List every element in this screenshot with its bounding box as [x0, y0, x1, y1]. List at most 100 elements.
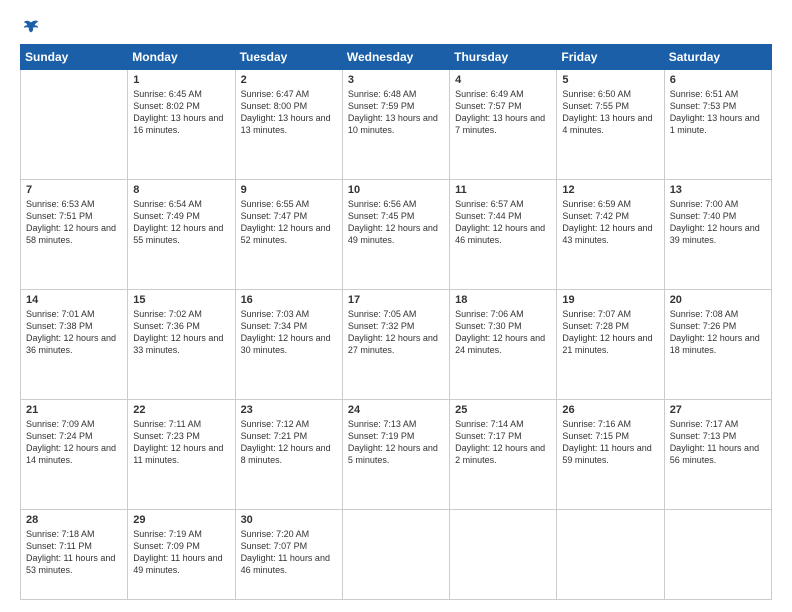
week-row-3: 14 Sunrise: 7:01 AM Sunset: 7:38 PM Dayli… [21, 290, 772, 400]
day-info: Sunrise: 7:05 AM Sunset: 7:32 PM Dayligh… [348, 308, 444, 357]
calendar-cell: 20Sunrise: 7:08 AM Sunset: 7:26 PM Dayli… [664, 290, 771, 400]
day-info: Sunrise: 6:50 AM Sunset: 7:55 PM Dayligh… [562, 88, 658, 137]
calendar-table: SundayMondayTuesdayWednesdayThursdayFrid… [20, 44, 772, 600]
day-info: Sunrise: 6:53 AM Sunset: 7:51 PM Dayligh… [26, 198, 122, 247]
calendar-cell: 21Sunrise: 7:09 AM Sunset: 7:24 PM Dayli… [21, 400, 128, 510]
day-info: Sunrise: 7:01 AM Sunset: 7:38 PM Dayligh… [26, 308, 122, 357]
day-number: 29 [133, 514, 229, 526]
calendar-cell: 14 Sunrise: 7:01 AM Sunset: 7:38 PM Dayli… [21, 290, 128, 400]
calendar-cell: 7 Sunrise: 6:53 AM Sunset: 7:51 PM Daylig… [21, 180, 128, 290]
day-info: Sunrise: 7:19 AM Sunset: 7:09 PM Dayligh… [133, 528, 229, 577]
day-info: Sunrise: 7:16 AM Sunset: 7:15 PM Dayligh… [562, 418, 658, 467]
page: SundayMondayTuesdayWednesdayThursdayFrid… [0, 0, 792, 612]
day-number: 23 [241, 404, 337, 416]
day-info: Sunrise: 7:08 AM Sunset: 7:26 PM Dayligh… [670, 308, 766, 357]
calendar-cell: 6 Sunrise: 6:51 AM Sunset: 7:53 PM Daylig… [664, 70, 771, 180]
day-number: 15 [133, 294, 229, 306]
calendar-cell: 1 Sunrise: 6:45 AM Sunset: 8:02 PM Daylig… [128, 70, 235, 180]
day-number: 26 [562, 404, 658, 416]
day-info: Sunrise: 7:09 AM Sunset: 7:24 PM Dayligh… [26, 418, 122, 467]
day-info: Sunrise: 6:57 AM Sunset: 7:44 PM Dayligh… [455, 198, 551, 247]
day-info: Sunrise: 7:20 AM Sunset: 7:07 PM Dayligh… [241, 528, 337, 577]
day-number: 19 [562, 294, 658, 306]
day-number: 6 [670, 74, 766, 86]
day-number: 30 [241, 514, 337, 526]
day-info: Sunrise: 7:13 AM Sunset: 7:19 PM Dayligh… [348, 418, 444, 467]
calendar-cell: 24 Sunrise: 7:13 AM Sunset: 7:19 PM Dayli… [342, 400, 449, 510]
logo [20, 18, 40, 36]
calendar-cell: 17 Sunrise: 7:05 AM Sunset: 7:32 PM Dayli… [342, 290, 449, 400]
calendar-cell: 22 Sunrise: 7:11 AM Sunset: 7:23 PM Dayli… [128, 400, 235, 510]
day-info: Sunrise: 6:48 AM Sunset: 7:59 PM Dayligh… [348, 88, 444, 137]
calendar-cell: 8 Sunrise: 6:54 AM Sunset: 7:49 PM Daylig… [128, 180, 235, 290]
weekday-header-saturday: Saturday [664, 45, 771, 70]
day-info: Sunrise: 7:03 AM Sunset: 7:34 PM Dayligh… [241, 308, 337, 357]
day-info: Sunrise: 7:11 AM Sunset: 7:23 PM Dayligh… [133, 418, 229, 467]
calendar-cell: 18 Sunrise: 7:06 AM Sunset: 7:30 PM Dayli… [450, 290, 557, 400]
weekday-header-wednesday: Wednesday [342, 45, 449, 70]
week-row-1: 1 Sunrise: 6:45 AM Sunset: 8:02 PM Daylig… [21, 70, 772, 180]
day-number: 9 [241, 184, 337, 196]
day-number: 14 [26, 294, 122, 306]
day-number: 17 [348, 294, 444, 306]
calendar-cell [342, 510, 449, 600]
day-number: 25 [455, 404, 551, 416]
day-info: Sunrise: 6:51 AM Sunset: 7:53 PM Dayligh… [670, 88, 766, 137]
day-number: 1 [133, 74, 229, 86]
calendar-cell [450, 510, 557, 600]
day-number: 24 [348, 404, 444, 416]
calendar-cell: 23 Sunrise: 7:12 AM Sunset: 7:21 PM Dayli… [235, 400, 342, 510]
day-number: 3 [348, 74, 444, 86]
day-info: Sunrise: 7:06 AM Sunset: 7:30 PM Dayligh… [455, 308, 551, 357]
weekday-header-tuesday: Tuesday [235, 45, 342, 70]
calendar-cell: 30 Sunrise: 7:20 AM Sunset: 7:07 PM Dayli… [235, 510, 342, 600]
calendar-cell: 25 Sunrise: 7:14 AM Sunset: 7:17 PM Dayli… [450, 400, 557, 510]
calendar-cell: 19 Sunrise: 7:07 AM Sunset: 7:28 PM Dayli… [557, 290, 664, 400]
calendar-cell: 11 Sunrise: 6:57 AM Sunset: 7:44 PM Dayli… [450, 180, 557, 290]
calendar-cell: 5 Sunrise: 6:50 AM Sunset: 7:55 PM Daylig… [557, 70, 664, 180]
day-info: Sunrise: 7:12 AM Sunset: 7:21 PM Dayligh… [241, 418, 337, 467]
day-info: Sunrise: 6:55 AM Sunset: 7:47 PM Dayligh… [241, 198, 337, 247]
calendar-cell: 13 Sunrise: 7:00 AM Sunset: 7:40 PM Dayli… [664, 180, 771, 290]
day-number: 28 [26, 514, 122, 526]
weekday-header-thursday: Thursday [450, 45, 557, 70]
calendar-cell: 15Sunrise: 7:02 AM Sunset: 7:36 PM Dayli… [128, 290, 235, 400]
calendar-cell: 29 Sunrise: 7:19 AM Sunset: 7:09 PM Dayli… [128, 510, 235, 600]
day-info: Sunrise: 7:07 AM Sunset: 7:28 PM Dayligh… [562, 308, 658, 357]
day-number: 16 [241, 294, 337, 306]
day-info: Sunrise: 7:17 AM Sunset: 7:13 PM Dayligh… [670, 418, 766, 467]
week-row-4: 21Sunrise: 7:09 AM Sunset: 7:24 PM Dayli… [21, 400, 772, 510]
weekday-header-monday: Monday [128, 45, 235, 70]
day-info: Sunrise: 6:49 AM Sunset: 7:57 PM Dayligh… [455, 88, 551, 137]
day-info: Sunrise: 6:59 AM Sunset: 7:42 PM Dayligh… [562, 198, 658, 247]
day-number: 22 [133, 404, 229, 416]
day-info: Sunrise: 7:00 AM Sunset: 7:40 PM Dayligh… [670, 198, 766, 247]
calendar-cell: 9 Sunrise: 6:55 AM Sunset: 7:47 PM Daylig… [235, 180, 342, 290]
day-info: Sunrise: 6:45 AM Sunset: 8:02 PM Dayligh… [133, 88, 229, 137]
day-number: 2 [241, 74, 337, 86]
day-number: 27 [670, 404, 766, 416]
logo-bird-icon [22, 18, 40, 36]
day-number: 8 [133, 184, 229, 196]
calendar-cell: 2 Sunrise: 6:47 AM Sunset: 8:00 PM Daylig… [235, 70, 342, 180]
day-number: 18 [455, 294, 551, 306]
day-number: 12 [562, 184, 658, 196]
calendar-cell: 26 Sunrise: 7:16 AM Sunset: 7:15 PM Dayli… [557, 400, 664, 510]
week-row-2: 7 Sunrise: 6:53 AM Sunset: 7:51 PM Daylig… [21, 180, 772, 290]
day-info: Sunrise: 6:47 AM Sunset: 8:00 PM Dayligh… [241, 88, 337, 137]
day-number: 7 [26, 184, 122, 196]
day-number: 10 [348, 184, 444, 196]
calendar-cell: 10Sunrise: 6:56 AM Sunset: 7:45 PM Dayli… [342, 180, 449, 290]
calendar-cell [664, 510, 771, 600]
day-number: 5 [562, 74, 658, 86]
day-info: Sunrise: 6:54 AM Sunset: 7:49 PM Dayligh… [133, 198, 229, 247]
week-row-5: 28Sunrise: 7:18 AM Sunset: 7:11 PM Dayli… [21, 510, 772, 600]
day-number: 13 [670, 184, 766, 196]
logo-text [20, 18, 40, 36]
day-info: Sunrise: 7:14 AM Sunset: 7:17 PM Dayligh… [455, 418, 551, 467]
calendar-cell: 28Sunrise: 7:18 AM Sunset: 7:11 PM Dayli… [21, 510, 128, 600]
calendar-cell [21, 70, 128, 180]
weekday-header-sunday: Sunday [21, 45, 128, 70]
calendar-cell: 4Sunrise: 6:49 AM Sunset: 7:57 PM Daylig… [450, 70, 557, 180]
day-number: 11 [455, 184, 551, 196]
